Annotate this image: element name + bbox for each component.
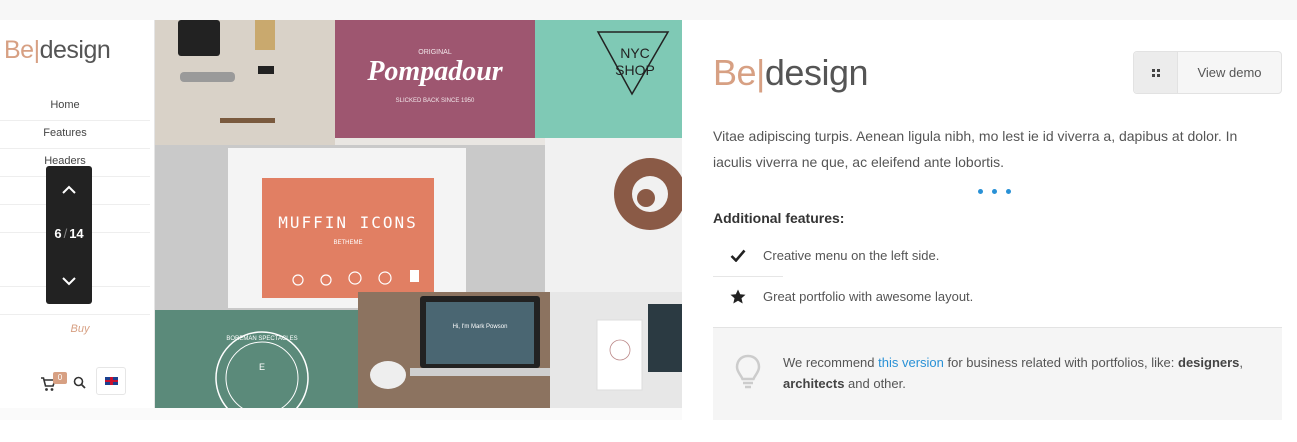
note-before: We recommend: [783, 355, 879, 370]
language-flag-button[interactable]: [96, 367, 126, 395]
pompadour-text: Pompadour: [366, 56, 503, 87]
slide-pager: 6/14: [46, 166, 92, 304]
pager-total: 14: [69, 226, 84, 241]
note-designers: designers: [1178, 355, 1240, 370]
uk-flag-icon: [105, 377, 118, 385]
view-demo-button[interactable]: View demo: [1133, 51, 1282, 94]
preview-logo[interactable]: Be|design: [4, 36, 111, 65]
note-comma: ,: [1239, 355, 1244, 370]
logo-be: Be: [713, 52, 757, 93]
nyc-shop-text: SHOP: [615, 62, 655, 78]
muffin-sub: BETHEME: [333, 240, 362, 246]
feature-item: Great portfolio with awesome layout.: [713, 281, 1273, 311]
cart-count-badge: 0: [53, 372, 67, 384]
demo-info-panel: Be|design View demo Vitae adipiscing tur…: [682, 20, 1297, 420]
menu-item-features[interactable]: Features: [0, 127, 130, 139]
search-icon[interactable]: [73, 376, 86, 394]
pompadour-top-text: ORIGINAL: [418, 49, 452, 56]
chevron-up-icon: [62, 185, 76, 194]
menu-item-buy[interactable]: Buy: [0, 323, 175, 335]
feature-text: Creative menu on the left side.: [763, 247, 940, 263]
feature-item: Creative menu on the left side.: [713, 240, 1273, 270]
menu-divider: [0, 314, 150, 315]
muffin-title: MUFFIN ICONS: [278, 213, 418, 232]
menu-divider: [0, 148, 150, 149]
feature-text: Great portfolio with awesome layout.: [763, 288, 974, 304]
laptop-screen-text: Hi, I'm Mark Powson: [453, 324, 508, 330]
pager-counter: 6/14: [46, 226, 92, 241]
pompadour-bottom-text: SLICKED BACK SINCE 1950: [396, 98, 475, 104]
svg-text:NYC: NYC: [620, 45, 650, 61]
demo-logo: Be|design: [713, 52, 869, 94]
note-middle: for business related with portfolios, li…: [943, 355, 1178, 370]
this-version-link[interactable]: this version: [878, 355, 944, 370]
recommendation-note: We recommend this version for business r…: [713, 327, 1282, 420]
top-strip: [0, 0, 1297, 20]
demo-preview[interactable]: ORIGINAL Pompadour SLICKED BACK SINCE 19…: [0, 20, 682, 408]
logo-design: design: [39, 36, 111, 64]
logo-bar: |: [756, 52, 765, 93]
demo-description: Vitae adipiscing turpis. Aenean ligula n…: [713, 128, 1238, 170]
star-icon: [713, 289, 763, 304]
pager-prev-button[interactable]: [46, 169, 92, 209]
note-after: and other.: [844, 376, 906, 391]
check-icon: [713, 249, 763, 262]
note-architects: architects: [783, 376, 845, 391]
grid-icon: [1134, 52, 1178, 93]
loading-dots-icon: [978, 189, 1011, 194]
pager-separator: /: [63, 226, 68, 241]
menu-divider: [0, 120, 150, 121]
view-demo-label: View demo: [1197, 65, 1262, 80]
svg-text:E: E: [259, 362, 265, 372]
chevron-down-icon: [62, 276, 76, 285]
feature-divider: [713, 276, 783, 277]
bottom-strip: [0, 420, 1297, 442]
lightbulb-icon: [735, 354, 761, 395]
note-text: We recommend this version for business r…: [783, 352, 1263, 394]
menu-item-home[interactable]: Home: [0, 99, 130, 111]
boreman-text: BOREMAN SPECTACLES: [226, 336, 297, 342]
pager-current: 6: [54, 226, 62, 241]
logo-design: design: [764, 52, 869, 93]
logo-be: Be: [4, 36, 34, 64]
pager-next-button[interactable]: [46, 261, 92, 301]
features-title: Additional features:: [713, 210, 845, 226]
